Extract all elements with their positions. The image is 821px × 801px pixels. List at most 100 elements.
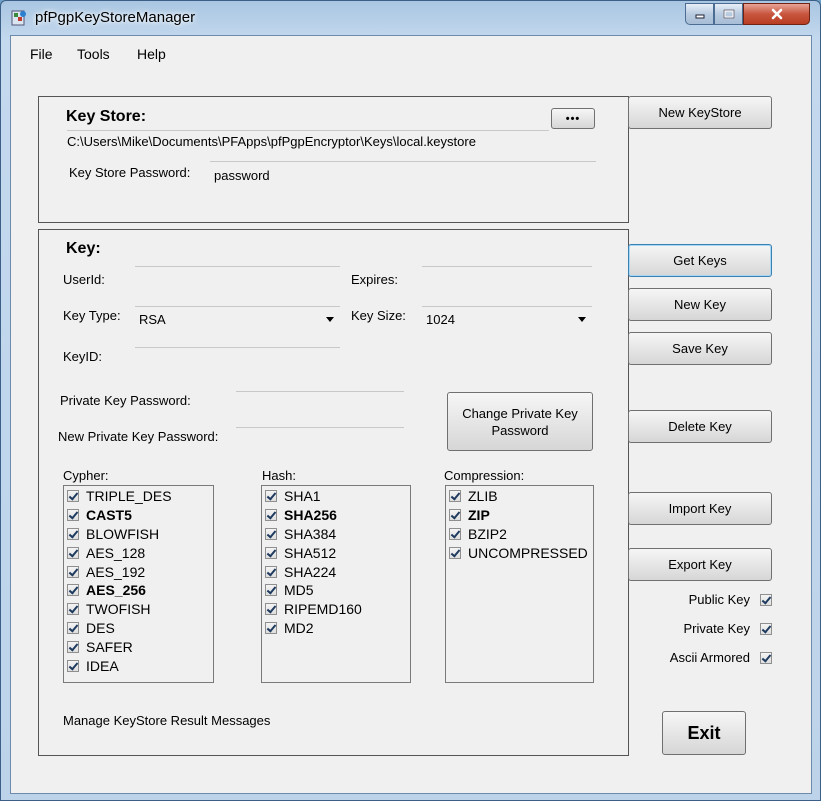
cypher-checkbox[interactable] [67,640,79,653]
app-icon [10,9,28,27]
cypher-checkbox[interactable] [67,565,79,578]
expires-field[interactable] [422,266,592,288]
change-private-key-password-button[interactable]: Change Private Key Password [447,392,593,451]
cypher-checkbox[interactable] [67,509,79,522]
private-key-password-field[interactable] [236,391,404,413]
cypher-list[interactable]: TRIPLE_DES CAST5 BLOWFISH AES_128 AES_192 AES… [63,485,214,683]
hash-item[interactable]: SHA224 [262,562,410,581]
maximize-button[interactable] [714,3,743,25]
hash-item[interactable]: SHA512 [262,543,410,562]
keyid-field[interactable] [135,347,340,369]
public-key-option[interactable]: Public Key [689,592,772,607]
private-key-option[interactable]: Private Key [684,621,772,636]
compression-checkbox[interactable] [449,509,461,522]
cypher-checkbox[interactable] [67,584,79,597]
title-bar[interactable]: pfPgpKeyStoreManager [1,1,820,35]
compression-checkbox[interactable] [449,490,461,503]
keystore-password-field[interactable]: password [210,161,596,183]
cypher-item[interactable]: TWOFISH [64,600,213,619]
hash-checkbox[interactable] [265,584,277,597]
compression-item[interactable]: ZLIB [446,487,593,506]
cypher-item[interactable]: DES [64,619,213,638]
compression-item-label: ZIP [468,507,490,524]
cypher-checkbox[interactable] [67,621,79,634]
hash-list[interactable]: SHA1 SHA256 SHA384 SHA512 SHA224 MD5 RIPEMD160… [261,485,411,683]
userid-label: UserId: [63,272,105,287]
cypher-item[interactable]: SAFER [64,637,213,656]
compression-item-label: BZIP2 [468,525,507,542]
menu-help[interactable]: Help [137,46,166,62]
cypher-checkbox[interactable] [67,527,79,540]
new-private-key-password-field[interactable] [236,427,404,449]
minimize-icon [695,14,704,19]
result-messages: Manage KeyStore Result Messages [63,713,271,728]
import-key-button[interactable]: Import Key [628,492,772,525]
keystore-group: Key Store: ••• C:\Users\Mike\Documents\P… [38,96,629,223]
get-keys-button[interactable]: Get Keys [628,244,772,277]
key-group: Key: UserId: Expires: Key Type: RSA Key … [38,229,629,756]
keystore-path[interactable]: C:\Users\Mike\Documents\PFApps\pfPgpEncr… [67,134,476,149]
userid-field[interactable] [135,266,340,288]
cypher-item[interactable]: AES_256 [64,581,213,600]
compression-item[interactable]: UNCOMPRESSED [446,543,593,562]
close-button[interactable] [743,3,810,25]
new-key-button[interactable]: New Key [628,288,772,321]
delete-key-button[interactable]: Delete Key [628,410,772,443]
new-keystore-button[interactable]: New KeyStore [628,96,772,129]
menu-tools[interactable]: Tools [77,46,110,62]
compression-item[interactable]: BZIP2 [446,525,593,544]
hash-checkbox[interactable] [265,546,277,559]
export-key-button[interactable]: Export Key [628,548,772,581]
cypher-item[interactable]: IDEA [64,656,213,675]
hash-checkbox[interactable] [265,509,277,522]
cypher-item[interactable]: BLOWFISH [64,525,213,544]
cypher-checkbox[interactable] [67,659,79,672]
hash-item[interactable]: MD2 [262,619,410,638]
hash-label: Hash: [262,468,296,483]
hash-item[interactable]: RIPEMD160 [262,600,410,619]
hash-checkbox[interactable] [265,565,277,578]
path-divider [67,130,549,131]
cypher-item[interactable]: TRIPLE_DES [64,487,213,506]
ascii-armored-option[interactable]: Ascii Armored [670,650,772,665]
compression-checkbox[interactable] [449,527,461,540]
compression-label: Compression: [444,468,525,483]
minimize-button[interactable] [685,3,714,25]
public-key-label: Public Key [688,592,750,607]
hash-checkbox[interactable] [265,621,277,634]
hash-item[interactable]: SHA384 [262,525,410,544]
cypher-item-label: BLOWFISH [86,525,160,542]
client-area: File Tools Help Key Store: ••• C:\Users\… [10,35,812,794]
browse-keystore-button[interactable]: ••• [551,108,595,129]
cypher-item-label: AES_128 [86,544,146,561]
hash-checkbox[interactable] [265,490,277,503]
compression-item[interactable]: ZIP [446,506,593,525]
cypher-checkbox[interactable] [67,490,79,503]
keysize-select[interactable]: 1024 [422,306,592,328]
keystore-password-label: Key Store Password: [69,165,191,180]
menu-file[interactable]: File [30,46,53,62]
private-key-checkbox[interactable] [760,622,772,635]
cypher-checkbox[interactable] [67,603,79,616]
cypher-item[interactable]: AES_128 [64,543,213,562]
exit-button[interactable]: Exit [662,711,746,755]
public-key-checkbox[interactable] [760,593,772,606]
chevron-down-icon [326,317,334,322]
hash-item[interactable]: MD5 [262,581,410,600]
compression-list[interactable]: ZLIB ZIP BZIP2 UNCOMPRESSED [445,485,594,683]
hash-checkbox[interactable] [265,527,277,540]
hash-checkbox[interactable] [265,603,277,616]
hash-item[interactable]: SHA1 [262,487,410,506]
keytype-select[interactable]: RSA [135,306,340,328]
hash-item-label: SHA512 [284,544,337,561]
save-key-button[interactable]: Save Key [628,332,772,365]
compression-checkbox[interactable] [449,546,461,559]
new-private-key-password-label: New Private Key Password: [58,429,219,444]
cypher-item[interactable]: AES_192 [64,562,213,581]
cypher-item[interactable]: CAST5 [64,506,213,525]
cypher-checkbox[interactable] [67,546,79,559]
keytype-label: Key Type: [63,308,121,323]
chevron-down-icon [578,317,586,322]
hash-item[interactable]: SHA256 [262,506,410,525]
ascii-armored-checkbox[interactable] [760,651,772,664]
